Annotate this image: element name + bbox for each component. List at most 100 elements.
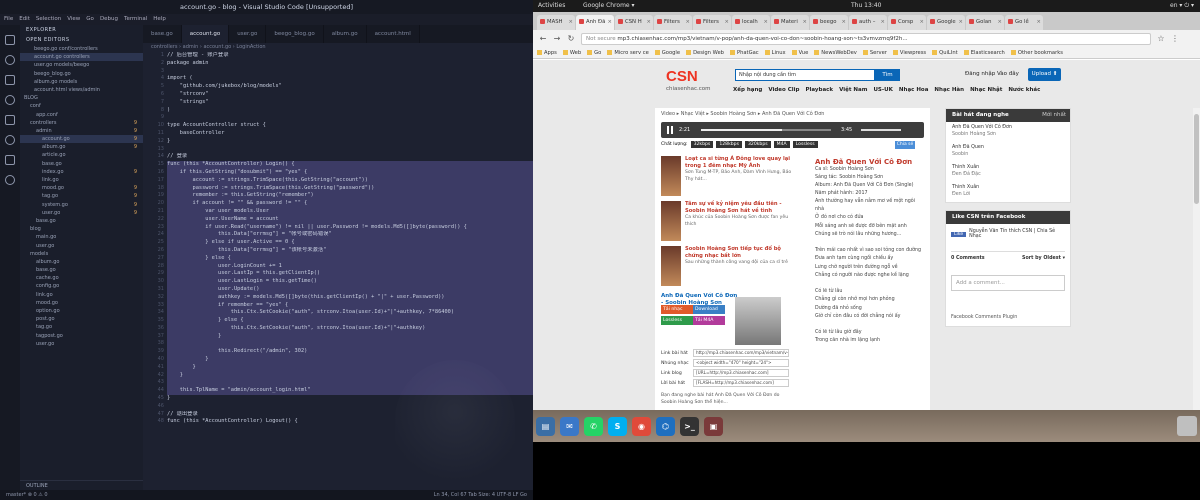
bookmark-item[interactable]: QuiLInt — [932, 47, 958, 58]
tab-close-icon[interactable]: × — [998, 15, 1002, 30]
browser-tab[interactable]: MASH × — [537, 15, 575, 30]
editor-tab[interactable]: base.go — [143, 25, 182, 43]
album-cover[interactable] — [735, 297, 781, 345]
search-icon[interactable] — [5, 55, 15, 65]
site-nav-item[interactable]: Nhạc Hoa — [899, 87, 929, 93]
browser-tab[interactable]: Go lề × — [1005, 15, 1043, 30]
site-nav-item[interactable]: US-UK — [873, 87, 892, 93]
share-field-input[interactable]: [URL=http://mp3.chiasenhac.com] — [693, 369, 789, 377]
login-link[interactable]: Đăng nhập Vào đây — [965, 71, 1019, 77]
docker-icon[interactable] — [5, 135, 15, 145]
related-item[interactable]: Soobin Hoàng Sơn tiếp tục đổ bộ chứng nh… — [661, 246, 799, 289]
file-tree-item[interactable]: config.go — [20, 282, 143, 290]
tab-close-icon[interactable]: × — [647, 15, 651, 30]
vs-code-icon[interactable]: ⌬ — [656, 416, 675, 436]
site-nav-item[interactable]: Playback — [805, 87, 833, 93]
song-album[interactable]: Album: Anh Đã Quen Với Cô Đơn (Single) — [815, 182, 925, 190]
bookmark-item[interactable]: Apps — [537, 47, 557, 58]
open-editors-heading[interactable]: OPEN EDITORS — [20, 35, 143, 45]
system-indicators[interactable]: en ▾ ⏻ ▾ — [1170, 0, 1194, 12]
file-tree-item[interactable]: user.go 9 — [20, 209, 143, 217]
tab-close-icon[interactable]: × — [569, 15, 573, 30]
related-title[interactable]: Tâm sự về kỷ niệm yêu đầu tiên - Soobin … — [685, 201, 797, 215]
sort-control[interactable]: Sort by Oldest ▾ — [1022, 256, 1065, 261]
tab-close-icon[interactable]: × — [920, 15, 924, 30]
pause-icon[interactable] — [667, 126, 673, 134]
bookmark-item[interactable]: Other bookmarks — [1011, 47, 1063, 58]
file-tree-item[interactable]: post.go — [20, 315, 143, 323]
browser-tab[interactable]: CSN H × — [615, 15, 653, 30]
file-tree-item[interactable]: tag.go 9 — [20, 192, 143, 200]
playlist-item[interactable]: Thinh Xuân Đen Lời — [946, 182, 1070, 202]
tab-close-icon[interactable]: × — [803, 15, 807, 30]
menu-item[interactable]: Selection — [36, 14, 61, 25]
download-button[interactable]: Tải M4A — [693, 316, 725, 325]
file-tree-item[interactable]: album.go — [20, 258, 143, 266]
menu-item[interactable]: Edit — [19, 14, 30, 25]
open-editor-item[interactable]: beego_blog.go — [20, 70, 143, 78]
status-right[interactable]: Ln 34, Col 67 Tab Size: 4 UTF-8 LF Go — [434, 490, 527, 500]
browser-tab[interactable]: Google × — [927, 15, 965, 30]
related-thumbnail[interactable] — [661, 246, 681, 286]
address-bar[interactable]: Not secure mp3.chiasenhac.com/mp3/vietna… — [581, 32, 1151, 45]
menu-item[interactable]: Help — [153, 14, 166, 25]
share-field-input[interactable]: [FLASH=http://mp3.chiasenhac.com] — [693, 379, 789, 387]
download-button[interactable]: Download — [693, 305, 725, 314]
bookmark-item[interactable]: Go — [587, 47, 601, 58]
file-tree-item[interactable]: models — [20, 250, 143, 258]
file-tree-item[interactable]: album.go 9 — [20, 143, 143, 151]
quality-option[interactable]: 32kbps — [690, 141, 714, 148]
editor-tab[interactable]: account.go — [181, 25, 230, 43]
trash-icon[interactable] — [1177, 416, 1197, 436]
quality-option[interactable]: M4A — [773, 141, 790, 148]
quality-option[interactable]: 320kbps — [744, 141, 771, 148]
bookmark-item[interactable]: Vue — [792, 47, 809, 58]
site-nav-item[interactable]: Nước khác — [1008, 87, 1040, 93]
bookmark-item[interactable]: Web — [563, 47, 581, 58]
share-field-input[interactable]: <object width="470" height="24"> — [693, 359, 789, 367]
scrollbar-thumb[interactable] — [1194, 114, 1199, 204]
tab-close-icon[interactable]: × — [1037, 15, 1041, 30]
open-editor-item[interactable]: album.go models — [20, 78, 143, 86]
page-scrollbar[interactable] — [1193, 108, 1200, 410]
editor-tab[interactable]: album.go — [324, 25, 367, 43]
tab-close-icon[interactable]: × — [725, 15, 729, 30]
site-nav-item[interactable]: Video Clip — [768, 87, 799, 93]
star-icon[interactable]: ☆ — [1157, 34, 1165, 43]
file-tree-item[interactable]: app.conf — [20, 111, 143, 119]
song-singer[interactable]: Ca sĩ: Soobin Hoàng Sơn — [815, 166, 925, 174]
tab-close-icon[interactable]: × — [881, 15, 885, 30]
database-icon[interactable] — [5, 155, 15, 165]
browser-tab[interactable]: Filters × — [654, 15, 692, 30]
menu-icon[interactable]: ⋮ — [1171, 34, 1179, 43]
menu-item[interactable]: Go — [86, 14, 94, 25]
file-tree-item[interactable]: conf — [20, 102, 143, 110]
file-tree-item[interactable]: tagpost.go — [20, 332, 143, 340]
explorer-icon[interactable] — [5, 35, 15, 45]
outline-heading[interactable]: OUTLINE — [20, 480, 143, 490]
related-thumbnail[interactable] — [661, 201, 681, 241]
share-button[interactable]: Chia sẻ — [895, 141, 915, 149]
bookmark-item[interactable]: Server — [863, 47, 887, 58]
file-tree-item[interactable]: account.go 9 — [20, 135, 143, 144]
playlist-item[interactable]: Anh Đã Quen Với Cô Đơn Soobin Hoàng Sơn — [946, 122, 1070, 142]
song-composer[interactable]: Sáng tác: Soobin Hoàng Sơn — [815, 174, 925, 182]
site-search-button[interactable]: Tìm — [875, 69, 900, 81]
file-tree-item[interactable]: mood.go 9 — [20, 184, 143, 192]
app-menu[interactable]: Google Chrome ▾ — [583, 0, 635, 12]
menu-item[interactable]: Debug — [100, 14, 118, 25]
skype-icon[interactable]: S — [608, 416, 627, 436]
bookmark-item[interactable]: NewsWebDev — [814, 47, 857, 58]
now-playing-title[interactable]: Bài hát đang nghe — [952, 109, 1009, 122]
open-editor-item[interactable]: beego.go conf/controllers — [20, 45, 143, 53]
bookmark-item[interactable]: PhatGac — [730, 47, 759, 58]
tab-close-icon[interactable]: × — [608, 15, 612, 30]
file-tree-item[interactable]: controllers 9 — [20, 119, 143, 127]
file-tree-item[interactable]: BLOG — [20, 94, 143, 102]
menu-item[interactable]: File — [4, 14, 13, 25]
file-tree-item[interactable]: base.go — [20, 217, 143, 225]
terminal-icon[interactable]: >_ — [680, 416, 699, 436]
browser-tab[interactable]: Filters × — [693, 15, 731, 30]
gear-icon[interactable] — [5, 175, 15, 185]
file-tree-item[interactable]: mood.go — [20, 299, 143, 307]
